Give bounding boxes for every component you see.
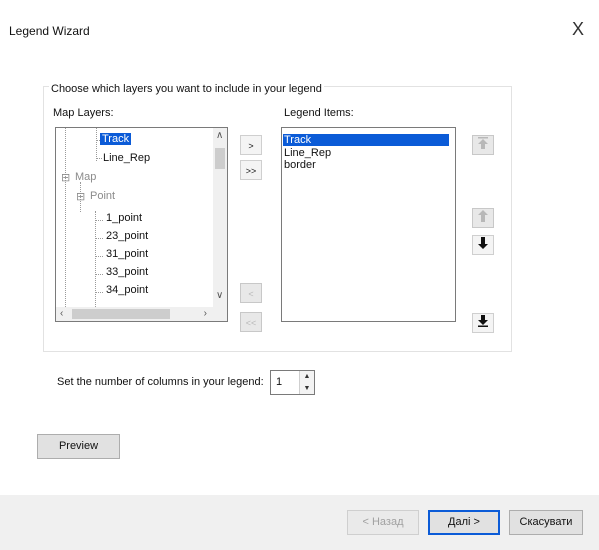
legend-item-line-rep[interactable]: Line_Rep — [284, 147, 331, 159]
instruction-text: Choose which layers you want to include … — [49, 83, 324, 95]
move-to-bottom-button[interactable] — [472, 313, 494, 333]
next-button[interactable]: Далі > — [428, 510, 500, 535]
close-button[interactable]: X — [567, 18, 589, 40]
columns-stepper[interactable]: 1 ▲ ▼ — [270, 370, 315, 395]
move-down-button[interactable] — [472, 235, 494, 255]
wizard-body: Choose which layers you want to include … — [0, 50, 599, 550]
map-layers-label: Map Layers: — [53, 107, 114, 119]
tree-connector — [95, 220, 103, 221]
tree-connector — [95, 238, 103, 239]
tree-item-1-point[interactable]: 1_point — [106, 212, 142, 224]
add-layer-button[interactable]: > — [240, 135, 262, 155]
tree-item-map[interactable]: Map — [75, 171, 96, 183]
arrow-up-icon — [478, 210, 488, 222]
remove-all-layers-button[interactable]: << — [240, 312, 262, 332]
map-layers-tree[interactable]: Track Line_Rep ⊟ Map ⊟ Point 1_point 23_… — [55, 127, 228, 322]
tree-connector — [95, 274, 103, 275]
tree-connector — [95, 211, 96, 311]
move-up-button[interactable] — [472, 208, 494, 228]
tree-item-31-point[interactable]: 31_point — [106, 248, 148, 260]
cancel-button[interactable]: Скасувати — [509, 510, 583, 535]
arrow-down-icon — [478, 237, 488, 249]
tree-item-point[interactable]: Point — [90, 190, 115, 202]
tree-item-23-point[interactable]: 23_point — [106, 230, 148, 242]
window-title: Legend Wizard — [9, 24, 90, 38]
expand-point-icon[interactable]: ⊟ — [76, 190, 85, 203]
tree-connector — [65, 128, 66, 321]
preview-button[interactable]: Preview — [37, 434, 120, 459]
tree-horizontal-scrollbar[interactable]: ‹ › — [56, 307, 227, 321]
arrow-to-bottom-icon — [478, 315, 488, 327]
back-button[interactable]: < Назад — [347, 510, 419, 535]
tree-connector — [96, 158, 102, 159]
tree-connector — [95, 256, 103, 257]
tree-vertical-scrollbar[interactable]: ∧ ∨ — [213, 128, 227, 321]
scroll-down-icon[interactable]: ∨ — [216, 291, 223, 301]
expand-map-icon[interactable]: ⊟ — [61, 171, 70, 184]
tree-connector — [95, 292, 103, 293]
remove-layer-button[interactable]: < — [240, 283, 262, 303]
move-to-top-button[interactable] — [472, 135, 494, 155]
tree-horizontal-scroll-thumb[interactable] — [72, 309, 170, 319]
add-all-layers-button[interactable]: >> — [240, 160, 262, 180]
tree-item-33-point[interactable]: 33_point — [106, 266, 148, 278]
tree-connector — [96, 128, 97, 161]
tree-item-34-point[interactable]: 34_point — [106, 284, 148, 296]
title-bar: Legend Wizard X — [0, 0, 599, 50]
legend-items-list[interactable]: Track Line_Rep border — [281, 127, 456, 322]
stepper-down-icon[interactable]: ▼ — [300, 383, 314, 394]
arrow-to-top-icon — [478, 137, 488, 149]
footer-bar: < Назад Далі > Скасувати — [0, 495, 599, 550]
tree-item-line-rep[interactable]: Line_Rep — [103, 152, 150, 164]
tree-item-track[interactable]: Track — [100, 133, 132, 145]
scroll-left-icon[interactable]: ‹ — [60, 309, 63, 319]
scroll-up-icon[interactable]: ∧ — [216, 131, 223, 141]
legend-item-border[interactable]: border — [284, 159, 316, 171]
scroll-right-icon[interactable]: › — [204, 309, 207, 319]
tree-vertical-scroll-thumb[interactable] — [215, 148, 225, 169]
stepper-buttons: ▲ ▼ — [299, 371, 314, 394]
legend-items-label: Legend Items: — [284, 107, 354, 119]
columns-label: Set the number of columns in your legend… — [57, 376, 264, 388]
legend-wizard-dialog: Legend Wizard X Choose which layers you … — [0, 0, 599, 550]
stepper-up-icon[interactable]: ▲ — [300, 371, 314, 382]
legend-item-track[interactable]: Track — [283, 134, 449, 146]
columns-value[interactable]: 1 — [276, 376, 282, 388]
